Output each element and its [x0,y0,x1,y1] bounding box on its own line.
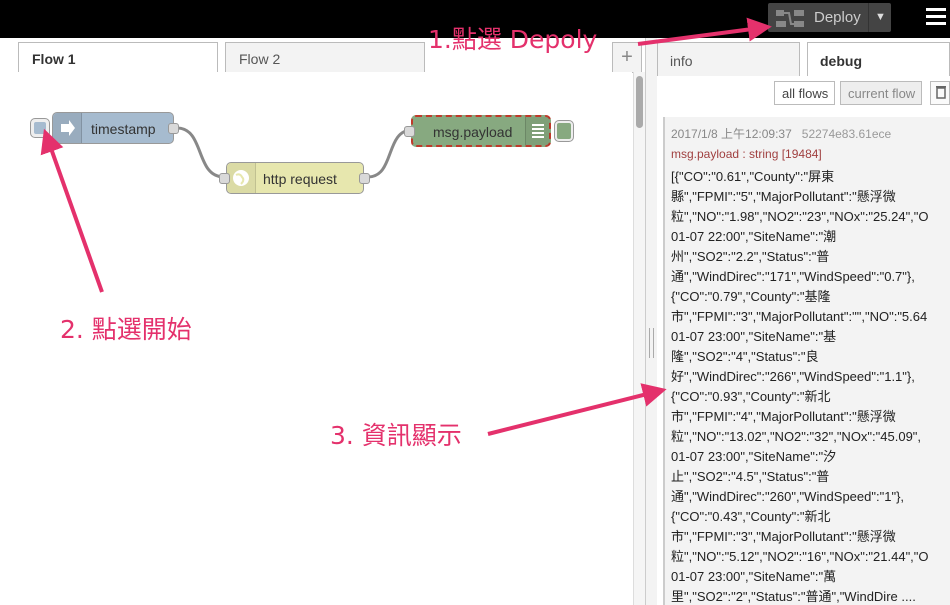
list-icon [525,117,550,145]
payload-line: 州","SO2":"2.2","Status":"普 [671,249,830,264]
debug-messages[interactable]: 2017/1/8 上午12:09:37 52274e83.61ece msg.pa… [657,111,950,605]
input-port[interactable] [404,126,415,137]
annotation-step-2: 2. 點選開始 [60,315,192,344]
payload-line: 縣","FPMI":"5","MajorPollutant":"懸浮微 [671,189,896,204]
payload-line: 01-07 23:00","SiteName":"汐 [671,449,837,464]
scrollbar-thumb[interactable] [636,76,643,128]
add-flow-button[interactable]: + [612,42,642,72]
payload-line: 01-07 22:00","SiteName":"潮 [671,229,837,244]
deploy-label: Deploy [814,9,861,26]
debug-toolbar: all flows current flow [657,76,950,112]
annotation-step-3: 3. 資訊顯示 [330,421,462,450]
globe-icon [227,163,256,193]
payload-line: {"CO":"0.43","County":"新北 [671,509,831,524]
message-payload[interactable]: [{"CO":"0.61","County":"屏東 縣","FPMI":"5"… [671,167,950,605]
payload-line: 市","FPMI":"3","MajorPollutant":"懸浮微 [671,529,896,544]
inject-node-label: timestamp [91,121,156,137]
input-port[interactable] [219,173,230,184]
clear-trash-icon[interactable] [930,81,950,105]
deploy-icon [776,10,804,27]
payload-line: 隆","SO2":"4","Status":"良 [671,349,819,364]
http-node-label: http request [263,171,337,187]
payload-line: 01-07 23:00","SiteName":"基 [671,329,837,344]
output-port[interactable] [359,173,370,184]
debug-node-label: msg.payload [433,124,513,140]
payload-line: 通","WindDirec":"260","WindSpeed":"1"}, [671,489,905,504]
tab-debug[interactable]: debug [807,42,950,76]
annotation-step-1: 1.點選 Depoly [428,25,598,54]
tab-info[interactable]: info [657,42,800,76]
payload-line: 里","SO2":"2","Status":"普通","WindDire ...… [671,589,916,604]
message-timestamp: 2017/1/8 上午12:09:37 [671,127,792,141]
payload-line: 通","WindDirec":"171","WindSpeed":"0.7"}, [671,269,915,284]
main-menu-icon[interactable] [926,8,946,28]
payload-line: [{"CO":"0.61","County":"屏東 [671,169,835,184]
deploy-button[interactable]: Deploy ▼ [768,3,891,32]
payload-line: {"CO":"0.79","County":"基隆 [671,289,831,304]
sidebar-tabs: info debug [657,38,950,77]
message-node-id[interactable]: 52274e83.61ece [802,127,891,141]
payload-line: 好","WindDirec":"266","WindSpeed":"1.1"}, [671,369,915,384]
splitter-grip[interactable] [649,328,654,358]
output-port[interactable] [168,123,179,134]
debug-toggle-button[interactable] [554,120,574,142]
payload-line: 粒","NO":"13.02","NO2":"32","NOx":"45.09"… [671,429,922,444]
tab-flow-1[interactable]: Flow 1 [18,42,218,73]
arrow-icon [53,113,82,143]
all-flows-button[interactable]: all flows [774,81,836,105]
tab-flow-2[interactable]: Flow 2 [225,42,425,72]
current-flow-button[interactable]: current flow [840,81,923,105]
payload-line: 粒","NO":"1.98","NO2":"23","NOx":"25.24",… [671,209,929,224]
message-meta: 2017/1/8 上午12:09:37 52274e83.61ece [671,125,891,142]
inject-trigger-button[interactable] [30,118,50,138]
inject-node-timestamp[interactable]: timestamp [52,112,174,144]
payload-line: 市","FPMI":"4","MajorPollutant":"懸浮微 [671,409,896,424]
payload-line: 01-07 23:00","SiteName":"萬 [671,569,837,584]
debug-message: 2017/1/8 上午12:09:37 52274e83.61ece msg.pa… [663,117,950,605]
debug-node-msg-payload[interactable]: msg.payload [411,115,551,147]
http-request-node[interactable]: http request [226,162,364,194]
payload-line: 止","SO2":"4.5","Status":"普 [671,469,830,484]
payload-line: 市","FPMI":"3","MajorPollutant":"","NO":"… [671,309,928,324]
payload-line: 粒","NO":"5.12","NO2":"16","NOx":"21.44",… [671,549,929,564]
payload-line: {"CO":"0.93","County":"新北 [671,389,831,404]
deploy-dropdown-icon[interactable]: ▼ [868,3,892,32]
message-type: msg.payload : string [19484] [671,147,822,161]
